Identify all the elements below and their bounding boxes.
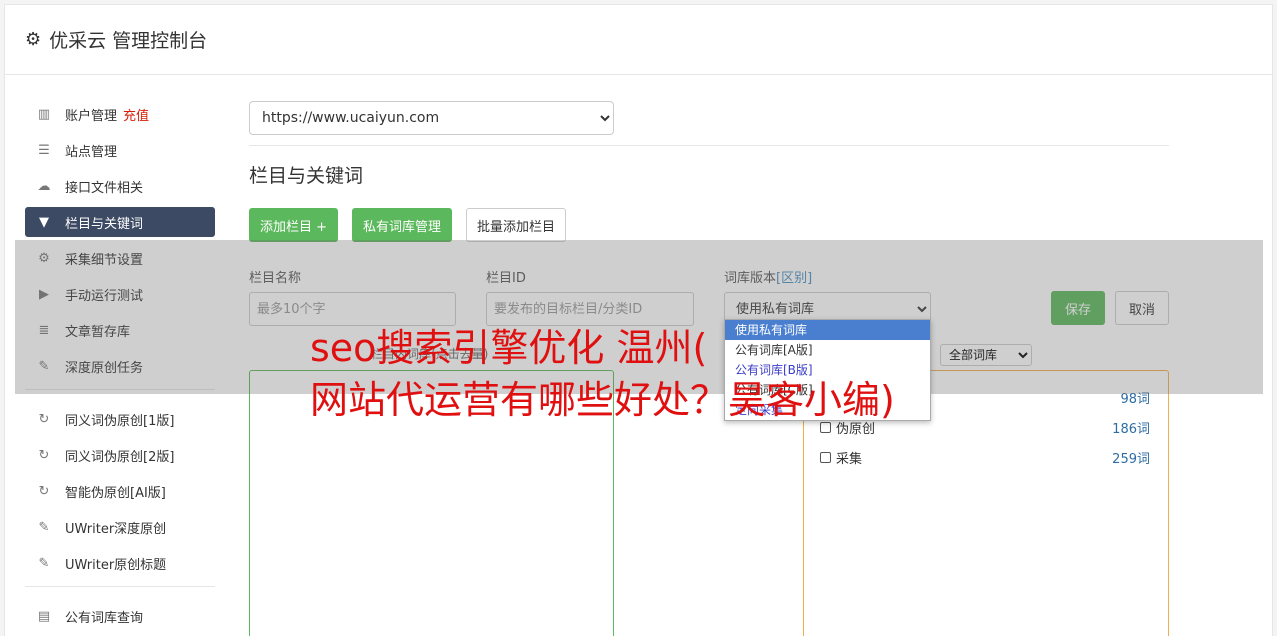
sidebar-item-label: 站点管理 <box>65 144 118 160</box>
sidebar-item-columns[interactable]: ▼ 栏目与关键词 <box>25 207 215 237</box>
batch-add-button[interactable]: 批量添加栏目 <box>466 208 567 242</box>
sidebar-item-synonym-v1[interactable]: ↻ 同义词伪原创[1版] <box>25 404 215 434</box>
sidebar-item-label: 接口文件相关 <box>65 180 144 196</box>
sidebar-item-label: UWriter原创标题 <box>65 557 167 573</box>
sidebar-item-label: 账户管理 <box>65 108 118 124</box>
sidebar-item-ai-original[interactable]: ↻ 智能伪原创[AI版] <box>25 476 215 506</box>
private-lib-button[interactable]: 私有词库管理 <box>352 208 453 242</box>
recharge-link[interactable]: 充值 <box>123 105 149 124</box>
list-item[interactable]: 采集 259词 <box>820 447 1150 467</box>
edit-icon: ✎ <box>38 555 50 571</box>
sidebar-item-uwriter-deep[interactable]: ✎ UWriter深度原创 <box>25 512 215 542</box>
sidebar-item-label: 同义词伪原创[1版] <box>65 413 175 429</box>
action-buttons: 添加栏目 + 私有词库管理 批量添加栏目 <box>249 208 1169 242</box>
add-column-button[interactable]: 添加栏目 + <box>249 208 339 242</box>
refresh-icon: ↻ <box>38 483 50 499</box>
section-title: 栏目与关键词 <box>249 165 364 187</box>
refresh-icon: ↻ <box>38 447 50 463</box>
sidebar-item-account[interactable]: ▥ 账户管理 充值 <box>25 99 215 129</box>
sidebar-item-label: 栏目与关键词 <box>65 216 144 232</box>
sidebar-item-public-lib[interactable]: ▤ 公有词库查询 <box>25 601 215 631</box>
app-title: 优采云 管理控制台 <box>49 30 208 52</box>
server-icon: ☰ <box>38 142 50 158</box>
divider <box>249 145 1169 146</box>
gear-icon: ⚙ <box>25 29 42 50</box>
bar-chart-icon: ▥ <box>37 106 51 122</box>
word-count: 259词 <box>1112 451 1150 467</box>
sidebar-item-interface[interactable]: ☁ 接口文件相关 <box>25 171 215 201</box>
sidebar-divider <box>25 586 215 587</box>
overlay-headline: seo搜索引擎优化 温州( 网站代运营有哪些好处？昊客小编) <box>310 326 895 422</box>
site-select[interactable]: https://www.ucaiyun.com <box>249 101 614 135</box>
refresh-icon: ↻ <box>38 411 50 427</box>
sidebar-item-label: 同义词伪原创[2版] <box>65 449 175 465</box>
sidebar-item-label: 智能伪原创[AI版] <box>65 485 166 501</box>
sidebar-item-label: UWriter深度原创 <box>65 521 167 537</box>
main-content: https://www.ucaiyun.com 栏目与关键词 添加栏目 + 私有… <box>249 101 1169 636</box>
word-count: 186词 <box>1112 421 1150 437</box>
cloud-upload-icon: ☁ <box>37 178 51 194</box>
lib-checkbox[interactable] <box>820 451 831 463</box>
sidebar-item-label: 公有词库查询 <box>65 610 144 626</box>
sidebar-item-uwriter-title[interactable]: ✎ UWriter原创标题 <box>25 548 215 578</box>
sidebar-item-synonym-v2[interactable]: ↻ 同义词伪原创[2版] <box>25 440 215 470</box>
header: ⚙ 优采云 管理控制台 <box>5 5 1272 75</box>
edit-icon: ✎ <box>38 519 50 535</box>
filter-icon: ▼ <box>39 214 49 230</box>
sidebar-item-sites[interactable]: ☰ 站点管理 <box>25 135 215 165</box>
book-icon: ▤ <box>37 608 51 624</box>
